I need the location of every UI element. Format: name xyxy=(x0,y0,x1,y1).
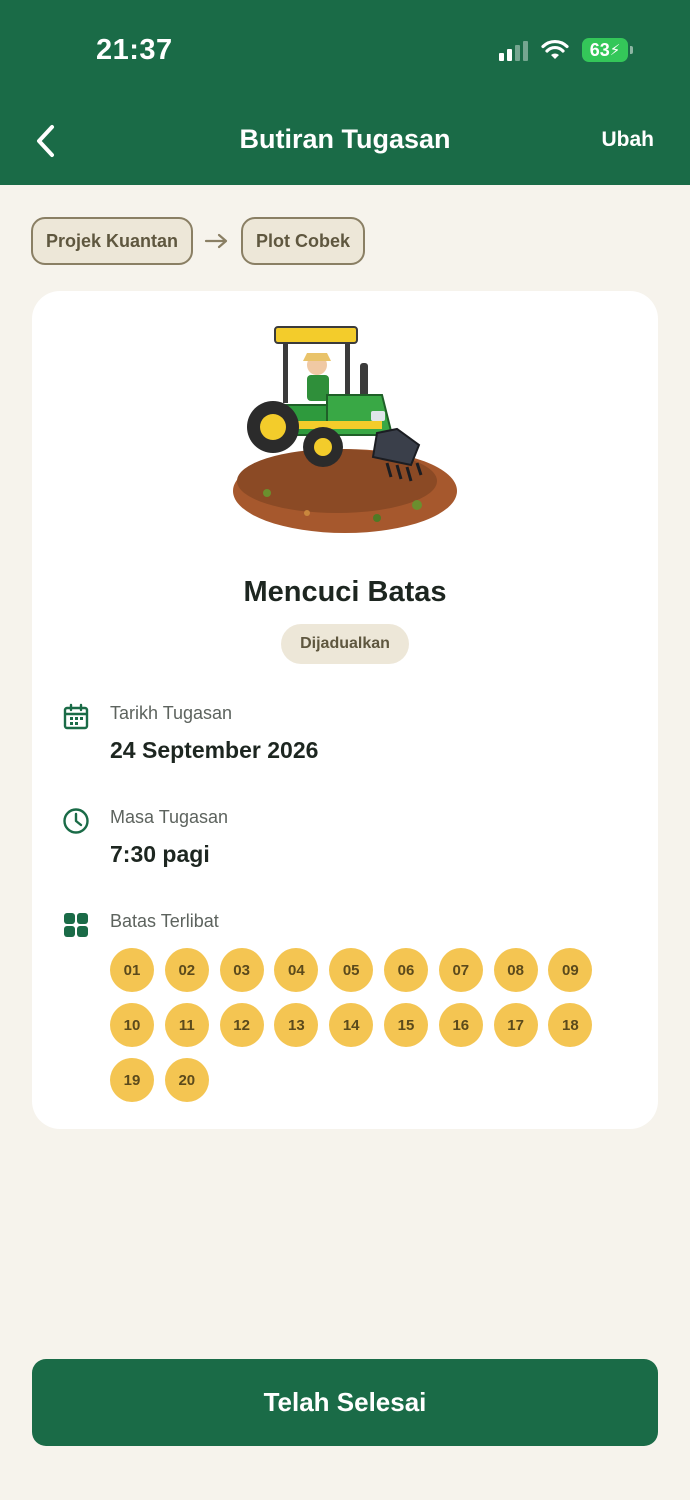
grid-icon xyxy=(64,913,88,937)
plot-badge[interactable]: 13 xyxy=(274,1003,319,1047)
status-time: 21:37 xyxy=(96,34,173,66)
plot-badge[interactable]: 11 xyxy=(164,1003,209,1047)
wifi-icon xyxy=(541,39,569,59)
task-time-label: Masa Tugasan xyxy=(110,807,229,827)
plot-badge[interactable]: 15 xyxy=(384,1003,428,1047)
plot-badge[interactable]: 20 xyxy=(164,1058,209,1102)
plot-badge[interactable]: 02 xyxy=(164,948,209,992)
edit-button[interactable]: Ubah xyxy=(602,128,655,152)
plot-badge[interactable]: 03 xyxy=(219,948,264,992)
arrow-right-icon xyxy=(193,233,241,249)
plot-badge[interactable]: 14 xyxy=(329,1003,374,1047)
page-title: Butiran Tugasan xyxy=(239,124,451,154)
plot-badge[interactable]: 05 xyxy=(329,948,374,992)
plot-badge[interactable]: 18 xyxy=(548,1003,593,1047)
battery-icon: 63 ⚡ xyxy=(582,38,633,62)
calendar-icon xyxy=(63,703,89,730)
charging-icon: ⚡ xyxy=(609,42,621,59)
plot-badge[interactable]: 04 xyxy=(274,948,319,992)
task-date-label: Tarikh Tugasan xyxy=(110,703,233,723)
plot-badge[interactable]: 16 xyxy=(438,1003,483,1047)
signal-icon xyxy=(499,39,528,61)
app-header: 21:37 63 ⚡ Butiran Tugasan Ubah xyxy=(0,0,690,185)
task-plots-label: Batas Terlibat xyxy=(110,911,219,931)
mark-complete-button[interactable]: Telah Selesai xyxy=(32,1359,658,1446)
plot-badge[interactable]: 06 xyxy=(384,948,428,992)
task-card: Mencuci Batas Dijadualkan Tarikh Tugasan… xyxy=(32,291,658,1129)
plot-badge[interactable]: 07 xyxy=(438,948,483,992)
battery-level: 63 xyxy=(589,39,610,60)
plot-badge[interactable]: 17 xyxy=(493,1003,538,1047)
plot-badge[interactable]: 01 xyxy=(110,948,154,992)
plot-badge[interactable]: 09 xyxy=(548,948,593,992)
breadcrumb-project[interactable]: Projek Kuantan xyxy=(31,217,194,265)
tractor-illustration xyxy=(233,326,457,533)
plot-badge[interactable]: 08 xyxy=(493,948,538,992)
task-time-value: 7:30 pagi xyxy=(110,841,210,867)
plot-badge[interactable]: 19 xyxy=(110,1058,154,1102)
clock-icon xyxy=(63,808,89,834)
breadcrumb-plot[interactable]: Plot Cobek xyxy=(241,217,366,265)
plot-badge[interactable]: 12 xyxy=(219,1003,264,1047)
status-badge: Dijadualkan xyxy=(281,624,409,664)
plot-badge[interactable]: 10 xyxy=(110,1003,154,1047)
task-date-value: 24 September 2026 xyxy=(110,737,319,763)
task-title: Mencuci Batas xyxy=(243,576,447,608)
breadcrumb: Projek Kuantan Plot Cobek xyxy=(31,217,366,265)
status-indicators: 63 ⚡ xyxy=(499,38,633,62)
